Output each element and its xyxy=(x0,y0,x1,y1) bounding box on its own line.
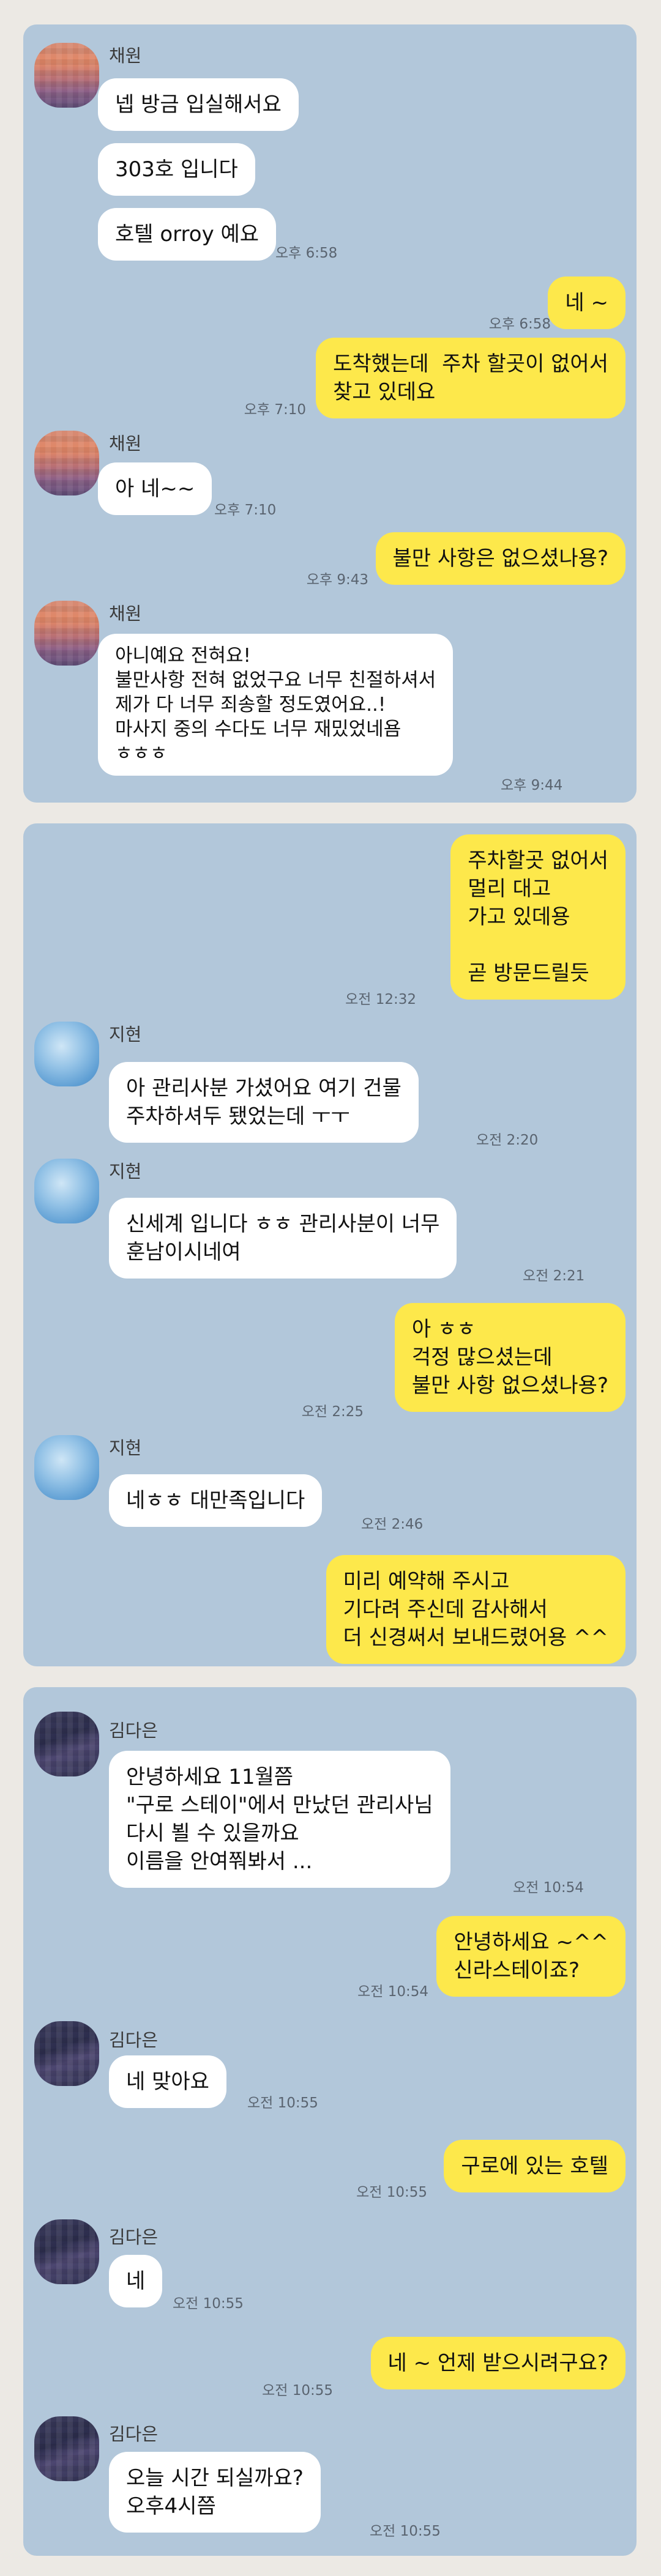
chat-screenshot-3: 김다은 안녕하세요 11월쯤 "구로 스테이"에서 만났던 관리사님 다시 뵐 … xyxy=(23,1687,637,2556)
message-time: 오전 12:32 xyxy=(345,992,416,1008)
avatar[interactable] xyxy=(34,1712,99,1776)
message-bubble[interactable]: 오늘 시간 되실까요? 오후4시쯤 xyxy=(109,2452,321,2533)
message-bubble[interactable]: 네 ~ xyxy=(548,277,626,329)
message-bubble[interactable]: 네 맞아요 xyxy=(109,2055,226,2108)
sender-name: 채원 xyxy=(109,45,142,66)
message-time: 오후 9:44 xyxy=(501,778,563,793)
avatar[interactable] xyxy=(34,2219,99,2284)
avatar[interactable] xyxy=(34,431,99,496)
message-time: 오전 2:25 xyxy=(301,1404,364,1420)
message-bubble[interactable]: 주차할곳 없어서 멀리 대고 가고 있데용 곧 방문드릴듯 xyxy=(450,834,626,1000)
message-bubble[interactable]: 도착했는데 주차 할곳이 없어서 찾고 있데요 xyxy=(316,338,626,418)
sender-name: 지현 xyxy=(109,1024,142,1045)
message-bubble[interactable]: 안녕하세요 ~^^ 신라스테이죠? xyxy=(436,1916,626,1997)
message-bubble[interactable]: 아 네~~ xyxy=(98,462,212,515)
message-bubble[interactable]: 아 관리사분 가셨어요 여기 건물 주차하셔두 됐었는데 ㅜㅜ xyxy=(109,1062,419,1143)
message-time: 오후 6:58 xyxy=(275,245,338,261)
message-time: 오전 2:21 xyxy=(523,1268,585,1284)
message-bubble[interactable]: 신세계 입니다 ㅎㅎ 관리사분이 너무 훈남이시네여 xyxy=(109,1198,457,1279)
message-time: 오전 2:46 xyxy=(361,1516,424,1532)
message-bubble[interactable]: 303호 입니다 xyxy=(98,143,255,196)
message-time: 오전 10:55 xyxy=(262,2383,333,2399)
avatar[interactable] xyxy=(34,2416,99,2481)
avatar[interactable] xyxy=(34,1159,99,1223)
message-time: 오전 10:54 xyxy=(357,1984,428,2000)
sender-name: 채원 xyxy=(109,433,142,454)
message-bubble[interactable]: 넵 방금 입실해서요 xyxy=(98,78,299,131)
avatar[interactable] xyxy=(34,1435,99,1500)
message-time: 오후 7:10 xyxy=(214,502,277,518)
message-time: 오전 10:55 xyxy=(356,2184,427,2200)
avatar[interactable] xyxy=(34,1022,99,1086)
message-time: 오전 2:20 xyxy=(476,1132,539,1148)
sender-name: 지현 xyxy=(109,1161,142,1182)
sender-name: 김다은 xyxy=(109,1720,159,1741)
sender-name: 김다은 xyxy=(109,2030,159,2051)
sender-name: 채원 xyxy=(109,603,142,624)
avatar[interactable] xyxy=(34,2021,99,2086)
sender-name: 김다은 xyxy=(109,2227,159,2248)
message-bubble[interactable]: 아니예요 전혀요! 불만사항 전혀 없었구요 너무 친절하셔서 제가 다 너무 … xyxy=(98,634,454,776)
message-time: 오후 7:10 xyxy=(244,402,306,418)
message-bubble[interactable]: 아 ㅎㅎ 걱정 많으셨는데 불만 사항 없으셨나용? xyxy=(394,1303,626,1412)
sender-name: 지현 xyxy=(109,1438,142,1458)
message-time: 오전 10:55 xyxy=(173,2296,244,2312)
message-time: 오후 9:43 xyxy=(306,572,368,588)
message-bubble[interactable]: 네 xyxy=(109,2255,163,2307)
message-bubble[interactable]: 미리 예약해 주시고 기다려 주신데 감사해서 더 신경써서 보내드렸어용 ^^ xyxy=(326,1555,626,1664)
chat-screenshot-1: 채원 넵 방금 입실해서요 303호 입니다 호텔 orroy 예요 오후 6:… xyxy=(23,24,637,803)
message-time: 오전 10:54 xyxy=(513,1880,584,1896)
message-time: 오전 10:55 xyxy=(370,2523,441,2539)
message-bubble[interactable]: 네 ~ 언제 받으시려구요? xyxy=(370,2337,626,2389)
sender-name: 김다은 xyxy=(109,2424,159,2444)
message-bubble[interactable]: 호텔 orroy 예요 xyxy=(98,208,277,261)
message-time: 오전 10:55 xyxy=(247,2095,318,2111)
chat-screenshot-2: 주차할곳 없어서 멀리 대고 가고 있데용 곧 방문드릴듯 오전 12:32 지… xyxy=(23,823,637,1666)
message-time: 오후 6:58 xyxy=(488,316,551,332)
message-bubble[interactable]: 네ㅎㅎ 대만족입니다 xyxy=(109,1474,323,1527)
message-bubble[interactable]: 안녕하세요 11월쯤 "구로 스테이"에서 만났던 관리사님 다시 뵐 수 있을… xyxy=(109,1751,450,1888)
avatar[interactable] xyxy=(34,601,99,666)
message-bubble[interactable]: 구로에 있는 호텔 xyxy=(444,2140,626,2192)
message-bubble[interactable]: 불만 사항은 없으셨나용? xyxy=(375,532,626,585)
avatar[interactable] xyxy=(34,43,99,108)
